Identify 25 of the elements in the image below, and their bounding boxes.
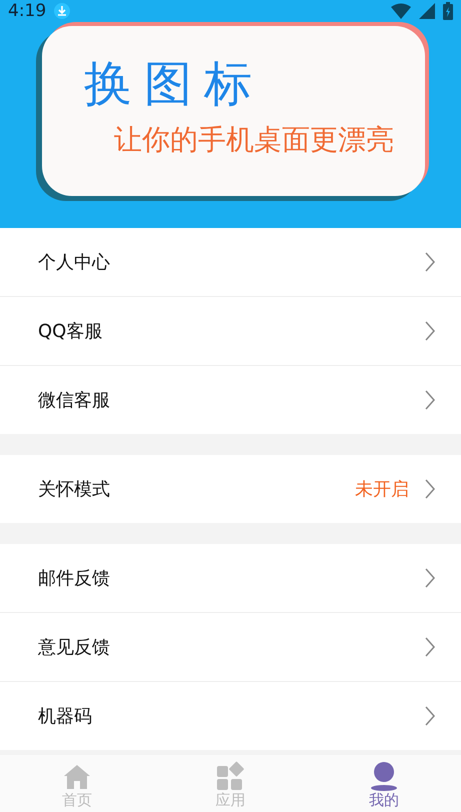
chevron-right-icon[interactable] [425,390,435,410]
menu-item-label[interactable]: 个人中心 [38,250,110,274]
chevron-right-icon[interactable] [425,321,435,341]
chevron-right-icon[interactable] [425,637,435,657]
menu-item-label[interactable]: 关怀模式 [38,477,110,501]
menu-item-label[interactable]: 机器码 [38,704,92,728]
person-icon [370,761,398,791]
menu-item-label[interactable]: 邮件反馈 [38,566,110,590]
wifi-icon [391,3,411,19]
signal-icon [419,3,435,19]
status-value: 未开启 [355,478,409,501]
nav-tab[interactable]: 我的 [307,755,461,812]
chevron-right-icon[interactable] [425,706,435,726]
home-icon [64,763,90,791]
download-icon [54,3,70,19]
menu-item-label[interactable]: QQ客服 [38,319,102,343]
menu-item-label[interactable]: 意见反馈 [38,635,110,659]
chevron-right-icon[interactable] [425,479,435,499]
menu-item-label[interactable]: 微信客服 [38,388,110,412]
chevron-right-icon[interactable] [425,252,435,272]
status-time: 4:19 [8,1,46,21]
banner-subtitle: 让你的手机桌面更漂亮 [114,122,394,158]
banner-title: 换图标 [84,55,265,114]
chevron-right-icon[interactable] [425,568,435,588]
apps-icon [216,761,246,791]
